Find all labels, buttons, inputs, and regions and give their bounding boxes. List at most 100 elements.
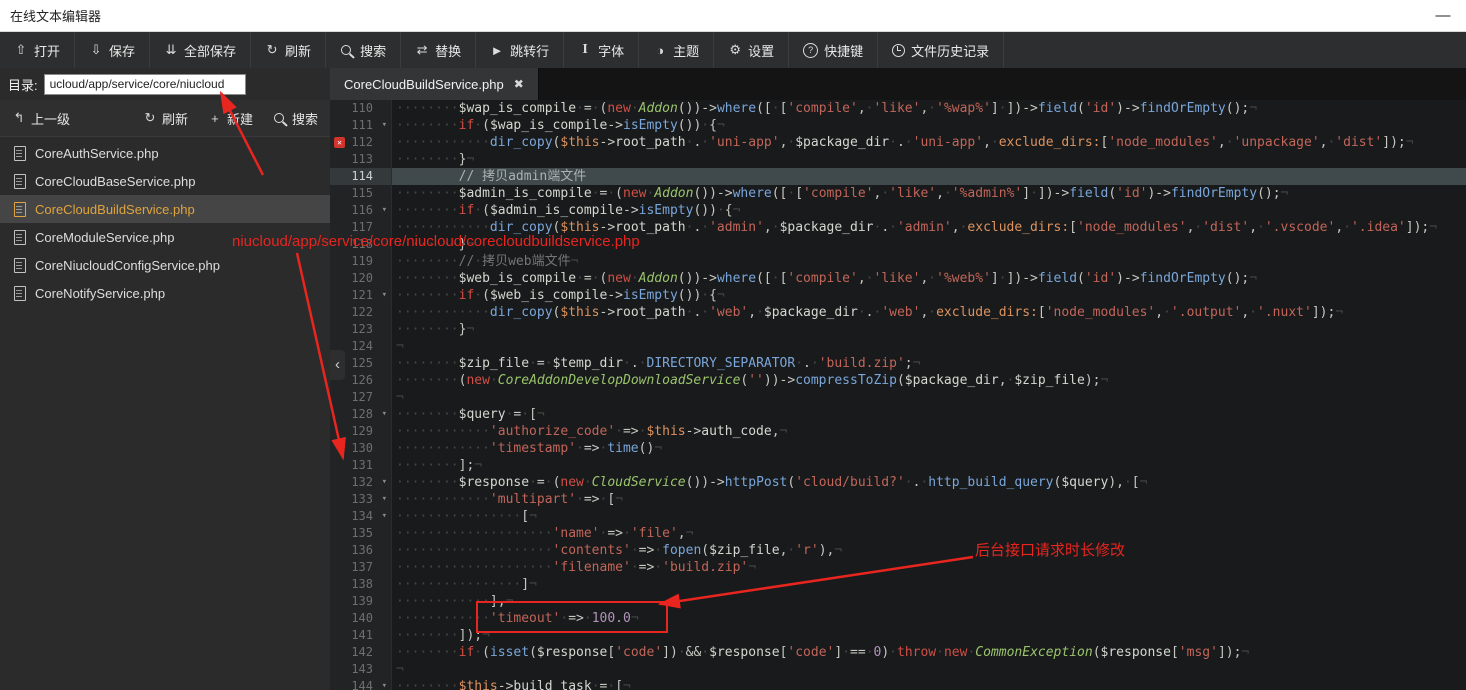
hotkeys-button[interactable]: ? 快捷键: [789, 32, 879, 68]
file-name: CoreAuthService.php: [35, 145, 159, 161]
sidebar-search-button[interactable]: 搜索: [273, 109, 318, 128]
code-line[interactable]: 136 ····················'contents'·=>·fop…: [330, 542, 1466, 559]
code-line[interactable]: 144 ▾ ········$this->build_task·=·[¬: [330, 678, 1466, 690]
sidebar-search-label: 搜索: [291, 111, 318, 127]
fold-icon[interactable]: ▾: [382, 287, 387, 304]
code-text: ········$this->build_task·=·[¬: [396, 679, 631, 690]
code-line[interactable]: 132 ▾ ········$response·=·(new·CloudServic…: [330, 474, 1466, 491]
code-text: ········if·($web_is_compile->isEmpty())·…: [396, 288, 725, 303]
theme-button[interactable]: ◑ 主题: [639, 32, 715, 68]
history-button[interactable]: 文件历史记录: [878, 32, 1005, 68]
open-button[interactable]: ⇧ 打开: [0, 32, 76, 68]
new-file-button[interactable]: + 新建: [208, 109, 253, 128]
fold-icon[interactable]: ▾: [382, 474, 387, 491]
tab-corecloudbuildservice[interactable]: CoreCloudBuildService.php ✖: [330, 68, 539, 100]
line-number: 129: [330, 423, 392, 440]
file-item[interactable]: CoreNiucloudConfigService.php: [0, 251, 330, 279]
toolbar-button-label: 跳转行: [510, 43, 550, 59]
code-line[interactable]: 142 ········if·(isset($response['code'])·…: [330, 644, 1466, 661]
line-number: 119: [330, 253, 392, 270]
code-line[interactable]: 120 ········$web_is_compile·=·(new·Addon(…: [330, 270, 1466, 287]
code-line[interactable]: 134 ▾ ················[¬: [330, 508, 1466, 525]
code-line[interactable]: 118 ········}¬: [330, 236, 1466, 253]
new-file-label: 新建: [226, 111, 253, 127]
search-icon: [273, 113, 284, 123]
code-line[interactable]: 131 ········];¬: [330, 457, 1466, 474]
file-name: CoreNotifyService.php: [35, 285, 166, 301]
code-line[interactable]: 112 ✕ ············dir_copy($this->root_pat…: [330, 134, 1466, 151]
fold-icon[interactable]: ▾: [382, 117, 387, 134]
fold-icon[interactable]: ▾: [382, 491, 387, 508]
line-number: 135: [330, 525, 392, 542]
code-line[interactable]: 117 ············dir_copy($this->root_path…: [330, 219, 1466, 236]
font-button[interactable]: I 字体: [564, 32, 640, 68]
code-line[interactable]: 119 ········//·拷贝web端文件¬: [330, 253, 1466, 270]
fold-icon[interactable]: ▾: [382, 678, 387, 690]
code-line[interactable]: 130 ············'timestamp'·=>·time()¬: [330, 440, 1466, 457]
line-number: 144 ▾: [330, 678, 392, 690]
file-item[interactable]: CoreCloudBaseService.php: [0, 167, 330, 195]
file-item[interactable]: CoreCloudBuildService.php: [0, 195, 330, 223]
sidebar-refresh-label: 刷新: [161, 111, 188, 127]
toolbar-button-label: 全部保存: [184, 43, 237, 59]
fold-icon[interactable]: ▾: [382, 406, 387, 423]
directory-input[interactable]: [43, 73, 246, 95]
tab-bar: CoreCloudBuildService.php ✖: [330, 68, 1466, 100]
code-line[interactable]: 111 ▾ ········if·($wap_is_compile->isEmpty…: [330, 117, 1466, 134]
code-line[interactable]: 124 ¬: [330, 338, 1466, 355]
code-text: ········$wap_is_compile·=·(new·Addon())-…: [396, 101, 1258, 116]
code-text: ············'timestamp'·=>·time()¬: [396, 441, 663, 456]
up-level-icon: ↰: [13, 110, 25, 125]
fold-icon[interactable]: ▾: [382, 202, 387, 219]
code-line[interactable]: 110 ········$wap_is_compile·=·(new·Addon(…: [330, 100, 1466, 117]
code-line[interactable]: 138 ················]¬: [330, 576, 1466, 593]
code-line[interactable]: 129 ············'authorize_code'·=>·$this…: [330, 423, 1466, 440]
refresh-icon: ↻: [144, 110, 156, 125]
file-item[interactable]: CoreNotifyService.php: [0, 279, 330, 307]
line-number: 120: [330, 270, 392, 287]
code-line[interactable]: 125 ········$zip_file·=·$temp_dir·.·DIREC…: [330, 355, 1466, 372]
path-bar: 目录:: [0, 68, 330, 100]
open-icon: ⇧: [15, 42, 27, 57]
code-line[interactable]: 140 ············'timeout'·=>·100.0¬: [330, 610, 1466, 627]
code-text: ············'authorize_code'·=>·$this->a…: [396, 424, 788, 439]
code-line[interactable]: 123 ········}¬: [330, 321, 1466, 338]
code-line[interactable]: 115 ········$admin_is_compile·=·(new·Addo…: [330, 185, 1466, 202]
code-line[interactable]: 114 ········//·拷贝admin端文件¬: [330, 168, 1466, 185]
code-line[interactable]: 141 ········]);¬: [330, 627, 1466, 644]
save-all-button[interactable]: ⇊ 全部保存: [150, 32, 252, 68]
code-line[interactable]: 127 ¬: [330, 389, 1466, 406]
code-text: ········$web_is_compile·=·(new·Addon())-…: [396, 271, 1258, 286]
code-line[interactable]: 135 ····················'name'·=>·'file',…: [330, 525, 1466, 542]
code-line[interactable]: 143 ¬: [330, 661, 1466, 678]
goto-line-button[interactable]: ► 跳转行: [476, 32, 565, 68]
code-line[interactable]: 128 ▾ ········$query·=·[¬: [330, 406, 1466, 423]
code-line[interactable]: 126 ········(new·CoreAddonDevelopDownload…: [330, 372, 1466, 389]
code-line[interactable]: 116 ▾ ········if·($admin_is_compile->isEmp…: [330, 202, 1466, 219]
code-line[interactable]: 121 ▾ ········if·($web_is_compile->isEmpty…: [330, 287, 1466, 304]
search-button[interactable]: 搜索: [326, 32, 402, 68]
code-line[interactable]: 133 ▾ ············'multipart'·=>·[¬: [330, 491, 1466, 508]
code-line[interactable]: 113 ········}¬: [330, 151, 1466, 168]
save-button[interactable]: ⇩ 保存: [75, 32, 151, 68]
line-number: 134 ▾: [330, 508, 392, 525]
main-toolbar: ⇧ 打开 ⇩ 保存 ⇊ 全部保存 ↻ 刷新 搜索 ⇄ 替换 ► 跳转行 I 字体 ◑ 主题 ⚙ 设置? 快捷键 文件历史…: [0, 32, 1466, 68]
refresh-button[interactable]: ↻ 刷新: [251, 32, 327, 68]
close-icon[interactable]: ✖: [514, 77, 524, 91]
file-icon: [14, 145, 26, 161]
up-level-button[interactable]: ↰ 上一级: [12, 109, 70, 128]
code-line[interactable]: 122 ············dir_copy($this->root_path…: [330, 304, 1466, 321]
settings-button[interactable]: ⚙ 设置: [714, 32, 790, 68]
code-text: ········if·($wap_is_compile->isEmpty())·…: [396, 118, 725, 133]
code-line[interactable]: 139 ············],¬: [330, 593, 1466, 610]
minimize-button[interactable]: —: [1420, 7, 1466, 24]
file-item[interactable]: CoreAuthService.php: [0, 139, 330, 167]
file-item[interactable]: CoreModuleService.php: [0, 223, 330, 251]
code-line[interactable]: 137 ····················'filename'·=>·'bu…: [330, 559, 1466, 576]
toolbar-button-label: 字体: [598, 43, 625, 59]
fold-icon[interactable]: ▾: [382, 508, 387, 525]
replace-button[interactable]: ⇄ 替换: [401, 32, 477, 68]
sidebar-collapse-button[interactable]: ‹: [330, 350, 345, 380]
sidebar-refresh-button[interactable]: ↻ 刷新: [143, 109, 188, 128]
code-editor[interactable]: 110 ········$wap_is_compile·=·(new·Addon(…: [330, 100, 1466, 690]
